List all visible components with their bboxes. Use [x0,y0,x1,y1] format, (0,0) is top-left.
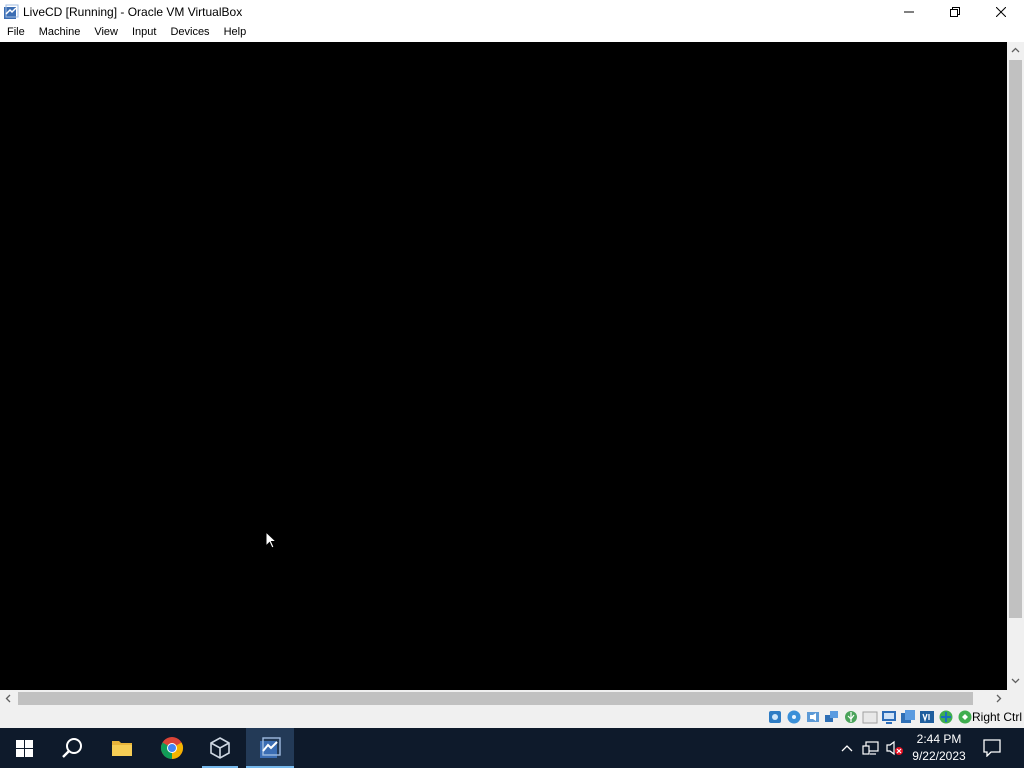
hard-disk-icon[interactable] [767,709,783,725]
start-button[interactable] [0,728,48,768]
network-icon[interactable] [824,709,840,725]
vertical-scrollbar[interactable] [1007,42,1024,690]
menu-file[interactable]: File [0,23,32,42]
close-icon [996,6,1006,17]
scroll-left-icon[interactable] [4,694,13,703]
action-center-button[interactable] [978,728,1006,768]
title-bar[interactable]: LiveCD [Running] - Oracle VM VirtualBox [0,0,1024,23]
network-icon [862,741,879,755]
virtualbox-icon [4,4,19,19]
scroll-up-icon[interactable] [1011,46,1020,55]
taskbar-file-explorer[interactable] [98,728,146,768]
windows-start-icon [15,739,33,757]
horizontal-scroll-thumb[interactable] [18,692,973,705]
menu-view[interactable]: View [87,23,125,42]
scroll-right-icon[interactable] [994,694,1003,703]
vm-display[interactable] [0,42,1007,690]
menu-machine[interactable]: Machine [32,23,88,42]
network-tray-button[interactable] [860,728,882,768]
minimize-button[interactable] [886,0,932,23]
menu-bar: File Machine View Input Devices Help [0,23,1024,42]
virtualbox-vm-icon [260,737,281,758]
horizontal-scrollbar[interactable] [0,690,1007,707]
chrome-icon [161,737,183,759]
menu-input[interactable]: Input [125,23,163,42]
system-clock[interactable]: 2:44 PM 9/22/2023 [906,728,972,768]
search-button[interactable] [48,728,96,768]
taskbar-virtualbox-vm[interactable] [246,728,294,768]
show-hidden-icons-chevron-icon [841,745,853,752]
optical-drive-icon[interactable] [786,709,802,725]
taskbar-chrome[interactable] [148,728,196,768]
vertical-scroll-thumb[interactable] [1009,60,1022,618]
close-button[interactable] [978,0,1024,23]
host-key-label: Right Ctrl [971,710,1022,724]
shared-folders-icon[interactable] [862,709,878,725]
status-indicators [767,709,973,725]
keyboard-capture-icon[interactable] [957,709,973,725]
minimize-icon [904,11,914,12]
display-icon[interactable] [881,709,897,725]
usb-icon[interactable] [843,709,859,725]
scrollbar-corner [1007,690,1024,707]
window-controls [886,0,1024,23]
file-explorer-icon [112,741,132,756]
show-hidden-icons-button[interactable] [838,728,856,768]
virtualbox-manager-icon [210,737,230,759]
volume-muted-icon [886,740,903,756]
status-bar: Right Ctrl [0,707,1024,728]
virtualization-icon[interactable] [919,709,935,725]
recording-icon[interactable] [900,709,916,725]
restore-icon [950,6,960,17]
action-center-icon [983,739,1001,757]
search-icon [62,738,82,758]
window-title: LiveCD [Running] - Oracle VM VirtualBox [23,4,243,19]
taskbar: 2:44 PM 9/22/2023 [0,728,1024,768]
clock-time: 2:44 PM [916,732,962,746]
volume-tray-button[interactable] [884,728,906,768]
scroll-down-icon[interactable] [1011,676,1020,685]
clock-date: 9/22/2023 [912,749,966,763]
restore-button[interactable] [932,0,978,23]
mouse-cursor-icon [265,531,277,549]
menu-help[interactable]: Help [217,23,254,42]
taskbar-virtualbox-manager[interactable] [196,728,244,768]
mouse-integration-icon[interactable] [938,709,954,725]
audio-icon[interactable] [805,709,821,725]
menu-devices[interactable]: Devices [163,23,216,42]
